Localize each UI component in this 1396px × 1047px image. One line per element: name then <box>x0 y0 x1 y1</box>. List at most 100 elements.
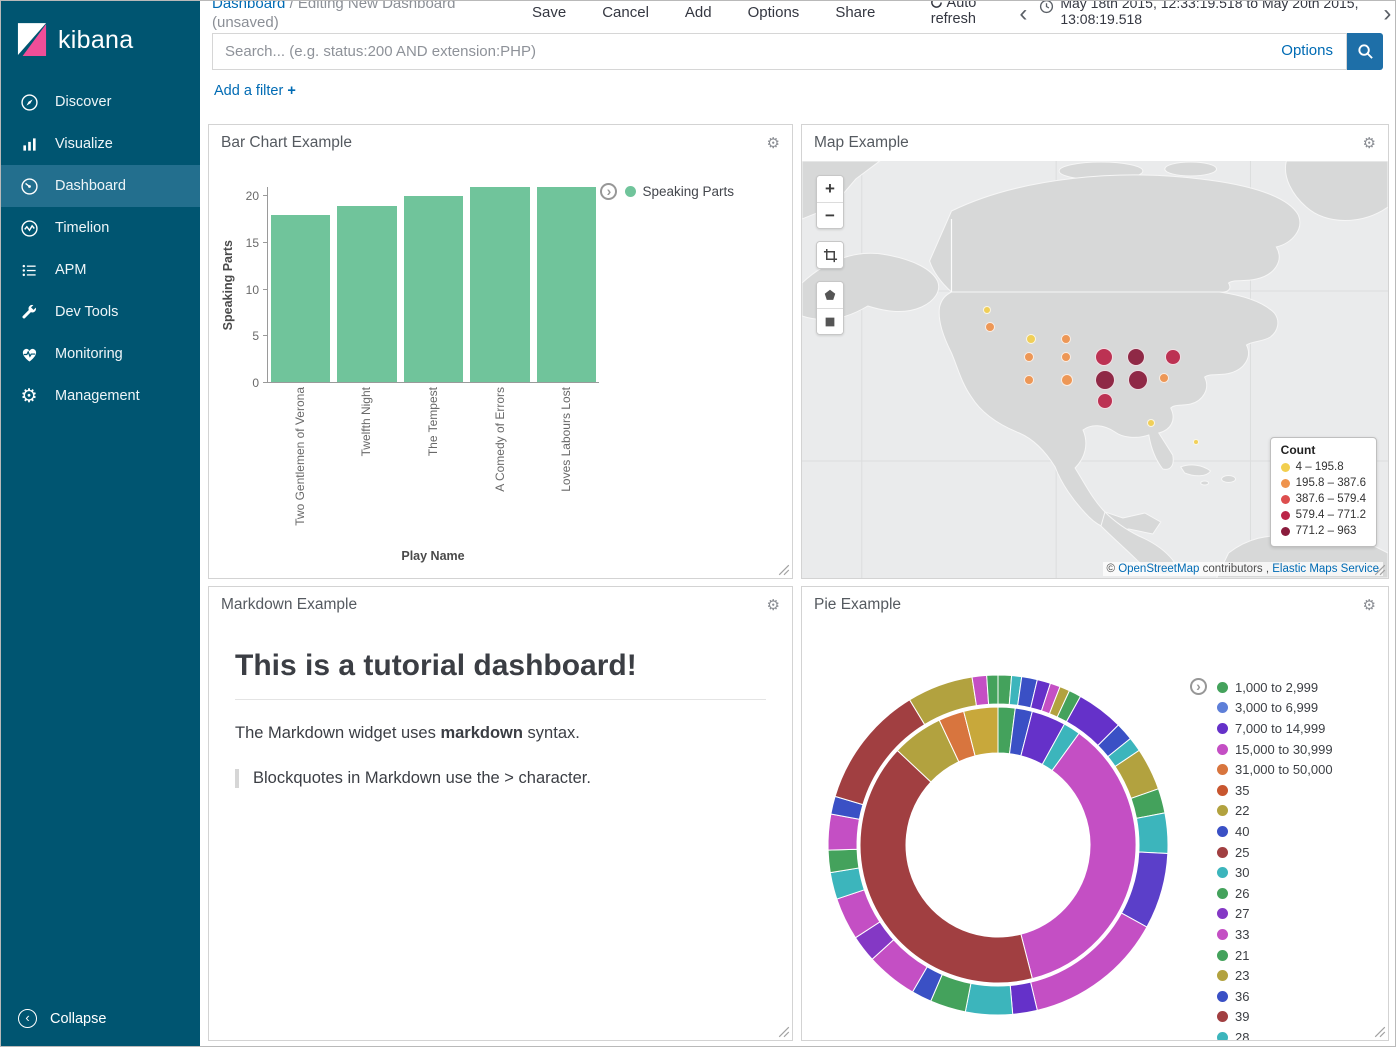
map-circle[interactable] <box>1165 349 1181 365</box>
zoom-out-button[interactable]: − <box>817 202 843 228</box>
collapse-button[interactable]: ‹ Collapse <box>1 999 200 1038</box>
map-circle[interactable] <box>983 306 991 314</box>
map-circle[interactable] <box>1095 370 1115 390</box>
y-axis-title: Speaking Parts <box>221 187 235 383</box>
pie-legend-item[interactable]: 23 <box>1217 965 1333 986</box>
map-circle[interactable] <box>1128 370 1148 390</box>
search-options-link[interactable]: Options <box>1281 42 1333 59</box>
resize-handle[interactable] <box>778 564 790 576</box>
kibana-logo[interactable]: kibana <box>1 1 200 81</box>
map-circle[interactable] <box>1095 348 1113 366</box>
pie-legend-item[interactable]: 30 <box>1217 862 1333 883</box>
sidebar-item-dev-tools[interactable]: Dev Tools <box>1 291 200 333</box>
resize-handle[interactable] <box>1374 1026 1386 1038</box>
menu-cancel[interactable]: Cancel <box>602 4 649 21</box>
monitoring-icon <box>18 343 40 365</box>
map-circle[interactable] <box>1097 393 1113 409</box>
sidebar-item-timelion[interactable]: Timelion <box>1 207 200 249</box>
panel-pie: Pie Example ⚙ › 1,000 to 2,9993,000 to 6… <box>801 586 1389 1041</box>
pie-legend-item[interactable]: 27 <box>1217 904 1333 925</box>
elastic-maps-service-link[interactable]: Elastic Maps Service <box>1272 563 1379 575</box>
legend-swatch <box>1217 826 1228 837</box>
legend-label: 579.4 – 771.2 <box>1296 507 1366 523</box>
map-circle[interactable] <box>1061 374 1073 386</box>
legend-swatch <box>1217 1011 1228 1022</box>
pie-legend-item[interactable]: 3,000 to 6,999 <box>1217 698 1333 719</box>
menu-options[interactable]: Options <box>748 4 800 21</box>
map-circle[interactable] <box>1026 334 1036 344</box>
gear-icon[interactable]: ⚙ <box>767 136 780 151</box>
sidebar-item-visualize[interactable]: Visualize <box>1 123 200 165</box>
bar-4[interactable] <box>537 187 596 382</box>
legend-toggle-icon[interactable]: › <box>600 183 617 200</box>
menu-add[interactable]: Add <box>685 4 712 21</box>
sidebar-item-apm[interactable]: APM <box>1 249 200 291</box>
map-legend-item: 579.4 – 771.2 <box>1281 507 1366 523</box>
menu-save[interactable]: Save <box>532 4 566 21</box>
search-bar: Options <box>212 33 1383 70</box>
y-tick-label: 5 <box>237 329 259 343</box>
openstreetmap-link[interactable]: OpenStreetMap <box>1118 563 1199 575</box>
map-circle[interactable] <box>1024 352 1034 362</box>
bar-0[interactable] <box>271 215 330 382</box>
map-legend-item: 387.6 – 579.4 <box>1281 491 1366 507</box>
resize-handle[interactable] <box>778 1026 790 1038</box>
pie-legend-item[interactable]: 15,000 to 30,999 <box>1217 739 1333 760</box>
pie-outer-slice-12[interactable] <box>1136 813 1168 854</box>
map-circle[interactable] <box>1193 439 1199 445</box>
map-circle[interactable] <box>1127 348 1145 366</box>
sidebar-item-dashboard[interactable]: Dashboard <box>1 165 200 207</box>
fit-bounds-button[interactable] <box>817 242 843 268</box>
y-tick-label: 20 <box>237 189 259 203</box>
sidebar-item-discover[interactable]: Discover <box>1 81 200 123</box>
bar-2[interactable] <box>404 196 463 382</box>
zoom-in-button[interactable]: + <box>817 176 843 202</box>
pie-legend-item[interactable]: 33 <box>1217 924 1333 945</box>
time-range-picker[interactable]: May 18th 2015, 12:33:19.518 to May 20th … <box>1039 1 1381 27</box>
search-input[interactable] <box>213 34 1346 69</box>
sidebar-item-monitoring[interactable]: Monitoring <box>1 333 200 375</box>
pie-legend-item[interactable]: 36 <box>1217 986 1333 1007</box>
legend-label: 7,000 to 14,999 <box>1235 721 1325 736</box>
map-circle[interactable] <box>1061 334 1071 344</box>
breadcrumb-dashboard-link[interactable]: Dashboard <box>212 1 285 12</box>
pie-legend-item[interactable]: 35 <box>1217 780 1333 801</box>
pie-outer-slice-16[interactable] <box>965 983 1012 1015</box>
gear-icon[interactable]: ⚙ <box>1363 136 1376 151</box>
pie-outer-slice-24[interactable] <box>828 814 859 850</box>
pie-legend-item[interactable]: 39 <box>1217 1007 1333 1028</box>
gear-icon[interactable]: ⚙ <box>1363 598 1376 613</box>
auto-refresh-button[interactable]: Auto refresh <box>915 1 991 27</box>
add-filter-link[interactable]: Add a filter+ <box>214 83 296 99</box>
time-forward-button[interactable]: › <box>1383 1 1391 27</box>
gear-icon[interactable]: ⚙ <box>767 598 780 613</box>
menu-share[interactable]: Share <box>835 4 875 21</box>
pie-outer-slice-29[interactable] <box>987 675 998 704</box>
pie-legend-item[interactable]: 40 <box>1217 821 1333 842</box>
map-circle[interactable] <box>1147 419 1155 427</box>
map-circle[interactable] <box>1159 373 1169 383</box>
resize-handle[interactable] <box>1374 564 1386 576</box>
map-circle[interactable] <box>1024 375 1034 385</box>
pie-legend-item[interactable]: 31,000 to 50,000 <box>1217 759 1333 780</box>
time-back-button[interactable]: ‹ <box>1019 1 1027 27</box>
bar-1[interactable] <box>337 206 396 382</box>
map-circle[interactable] <box>1061 352 1071 362</box>
draw-rectangle-button[interactable] <box>817 308 843 334</box>
map-circle[interactable] <box>985 322 995 332</box>
pie-legend-item[interactable]: 25 <box>1217 842 1333 863</box>
pie-legend-item[interactable]: 7,000 to 14,999 <box>1217 718 1333 739</box>
filter-bar: Add a filter+ <box>214 83 1395 99</box>
pie-legend-item[interactable]: 22 <box>1217 801 1333 822</box>
pie-legend-item[interactable]: 21 <box>1217 945 1333 966</box>
legend-item[interactable]: Speaking Parts <box>625 184 734 199</box>
pie-legend-item[interactable]: 1,000 to 2,999 <box>1217 677 1333 698</box>
pie-legend-item[interactable]: 26 <box>1217 883 1333 904</box>
pie-legend-item[interactable]: 28 <box>1217 1027 1333 1041</box>
bar-3[interactable] <box>470 187 529 382</box>
legend-toggle-icon[interactable]: › <box>1190 678 1207 695</box>
draw-polygon-button[interactable] <box>817 282 843 308</box>
sidebar-item-management[interactable]: ⚙Management <box>1 375 200 417</box>
pie-outer-slice-23[interactable] <box>828 849 859 872</box>
search-button[interactable] <box>1347 33 1383 70</box>
